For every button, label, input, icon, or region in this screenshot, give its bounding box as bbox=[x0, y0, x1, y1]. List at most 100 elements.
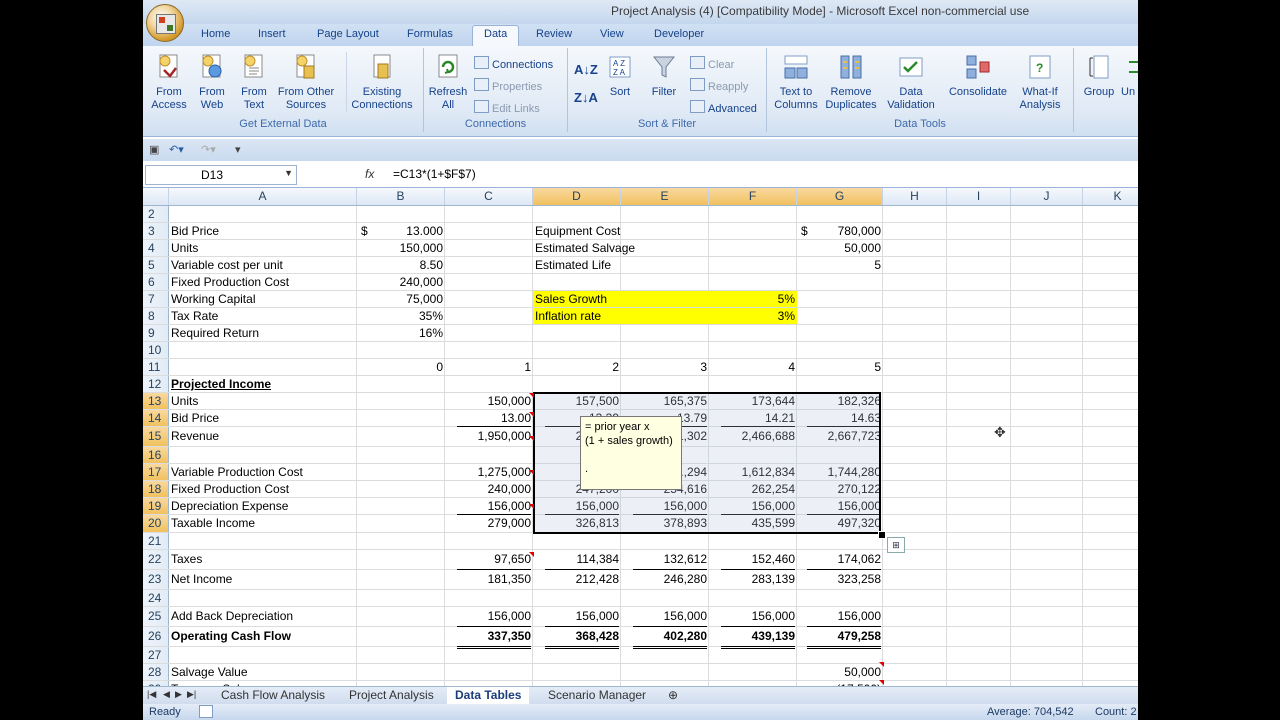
row-header[interactable]: 12 bbox=[143, 376, 169, 392]
advanced-button[interactable]: Advanced bbox=[690, 100, 757, 115]
cell-d13[interactable]: 157,500 bbox=[533, 393, 621, 409]
tab-data[interactable]: Data bbox=[472, 25, 520, 47]
insert-function-icon[interactable]: fx bbox=[365, 167, 374, 181]
column-header-f[interactable]: F bbox=[709, 188, 797, 205]
cell-g22[interactable]: 174,062 bbox=[797, 550, 883, 570]
cell-d8[interactable]: Inflation rate bbox=[533, 308, 709, 324]
row-header[interactable]: 13 bbox=[143, 393, 169, 409]
row-header[interactable]: 18 bbox=[143, 481, 169, 497]
row-header[interactable]: 11 bbox=[143, 359, 169, 375]
from-access-button[interactable]: From Access bbox=[149, 52, 189, 112]
cell-d5[interactable]: Estimated Life bbox=[533, 257, 709, 273]
cell-e19[interactable]: 156,000 bbox=[621, 498, 709, 515]
cell-a8[interactable]: Tax Rate bbox=[169, 308, 357, 324]
row-header[interactable]: 20 bbox=[143, 515, 169, 532]
row-header[interactable]: 8 bbox=[143, 308, 169, 324]
cell-c23[interactable]: 181,350 bbox=[445, 570, 533, 589]
cell-d23[interactable]: 212,428 bbox=[533, 570, 621, 589]
cell-a5[interactable]: Variable cost per unit bbox=[169, 257, 357, 273]
cell-a6[interactable]: Fixed Production Cost bbox=[169, 274, 357, 290]
tab-formulas[interactable]: Formulas bbox=[407, 28, 453, 40]
undo-icon[interactable]: ↶▾ bbox=[169, 143, 184, 156]
row-header[interactable]: 17 bbox=[143, 464, 169, 480]
cell-c22[interactable]: 97,650 bbox=[445, 550, 533, 570]
group-button[interactable]: Group bbox=[1077, 52, 1121, 99]
cell-g20[interactable]: 497,320 bbox=[797, 515, 883, 532]
cell-f13[interactable]: 173,644 bbox=[709, 393, 797, 409]
row-header[interactable]: 3 bbox=[143, 223, 169, 239]
sheet-tab-cash-flow-analysis[interactable]: Cash Flow Analysis bbox=[213, 687, 333, 703]
row-header[interactable]: 15 bbox=[143, 427, 169, 446]
refresh-all-button[interactable]: Refresh All bbox=[426, 52, 470, 112]
connections-button[interactable]: Connections bbox=[474, 56, 553, 71]
cell-a9[interactable]: Required Return bbox=[169, 325, 357, 341]
fill-handle[interactable] bbox=[878, 531, 886, 539]
filter-button[interactable]: Filter bbox=[644, 52, 684, 99]
tab-view[interactable]: View bbox=[600, 28, 624, 40]
sheet-tab-project-analysis[interactable]: Project Analysis bbox=[341, 687, 442, 703]
cell-g19[interactable]: 156,000 bbox=[797, 498, 883, 515]
cell-e26[interactable]: 402,280 bbox=[621, 627, 709, 649]
cell-a19[interactable]: Depreciation Expense bbox=[169, 498, 357, 514]
cell-a25[interactable]: Add Back Depreciation bbox=[169, 607, 357, 626]
cell-c25[interactable]: 156,000 bbox=[445, 607, 533, 627]
insert-sheet-icon[interactable]: ⊕ bbox=[660, 687, 686, 703]
cell-c20[interactable]: 279,000 bbox=[445, 515, 533, 532]
auto-fill-options-icon[interactable]: ⊞ bbox=[887, 537, 905, 553]
cell-g4[interactable]: 50,000 bbox=[797, 240, 883, 256]
cell-c14[interactable]: 13.00 bbox=[445, 410, 533, 427]
cell-d7[interactable]: Sales Growth bbox=[533, 291, 709, 307]
cell-a7[interactable]: Working Capital bbox=[169, 291, 357, 307]
text-to-columns-button[interactable]: Text to Columns bbox=[771, 52, 821, 112]
cell-g18[interactable]: 270,122 bbox=[797, 481, 883, 497]
cell-f15[interactable]: 2,466,688 bbox=[709, 427, 797, 446]
cell-c19[interactable]: 156,000 bbox=[445, 498, 533, 515]
properties-button[interactable]: Properties bbox=[474, 78, 542, 93]
cell-g17[interactable]: 1,744,280 bbox=[797, 464, 883, 480]
sort-az-icon[interactable]: A↓Z bbox=[574, 62, 598, 77]
cell-f19[interactable]: 156,000 bbox=[709, 498, 797, 515]
cell-g26[interactable]: 479,258 bbox=[797, 627, 883, 649]
cell-a13[interactable]: Units bbox=[169, 393, 357, 409]
cell-d25[interactable]: 156,000 bbox=[533, 607, 621, 627]
sheet-tab-data-tables[interactable]: Data Tables bbox=[447, 687, 530, 705]
cell-b8[interactable]: 35% bbox=[357, 308, 445, 324]
clear-button[interactable]: Clear bbox=[690, 56, 734, 71]
formula-input[interactable]: =C13*(1+$F$7) bbox=[393, 167, 476, 181]
chevron-down-icon[interactable]: ▼ bbox=[284, 168, 293, 178]
first-sheet-icon[interactable]: |◀ bbox=[147, 689, 156, 700]
cell-d4[interactable]: Estimated Salvage bbox=[533, 240, 709, 256]
row-header[interactable]: 16 bbox=[143, 447, 169, 463]
sheet-tab-scenario-manager[interactable]: Scenario Manager bbox=[540, 687, 654, 703]
prev-sheet-icon[interactable]: ◀ bbox=[163, 689, 170, 700]
from-other-sources-button[interactable]: From Other Sources bbox=[274, 52, 338, 112]
cell-f11[interactable]: 4 bbox=[709, 359, 797, 375]
tab-developer[interactable]: Developer bbox=[654, 28, 704, 40]
cell-b5[interactable]: 8.50 bbox=[357, 257, 445, 273]
cell-b11[interactable]: 0 bbox=[357, 359, 445, 375]
row-header[interactable]: 10 bbox=[143, 342, 169, 358]
redo-icon[interactable]: ↷▾ bbox=[201, 143, 216, 156]
from-text-button[interactable]: From Text bbox=[234, 52, 274, 112]
cell-f20[interactable]: 435,599 bbox=[709, 515, 797, 532]
cell-a26[interactable]: Operating Cash Flow bbox=[169, 627, 357, 646]
row-header[interactable]: 6 bbox=[143, 274, 169, 290]
cell-g23[interactable]: 323,258 bbox=[797, 570, 883, 589]
cell-b7[interactable]: 75,000 bbox=[357, 291, 445, 307]
cell-g11[interactable]: 5 bbox=[797, 359, 883, 375]
tab-home[interactable]: Home bbox=[201, 28, 230, 40]
cell-c18[interactable]: 240,000 bbox=[445, 481, 533, 497]
cell-a15[interactable]: Revenue bbox=[169, 427, 357, 446]
cell-d3[interactable]: Equipment Cost bbox=[533, 223, 709, 239]
tab-page-layout[interactable]: Page Layout bbox=[317, 28, 379, 40]
edit-links-button[interactable]: Edit Links bbox=[474, 100, 540, 115]
cell-e11[interactable]: 3 bbox=[621, 359, 709, 375]
next-sheet-icon[interactable]: ▶ bbox=[175, 689, 182, 700]
office-button[interactable] bbox=[146, 4, 184, 42]
sort-za-icon[interactable]: Z↓A bbox=[574, 90, 598, 105]
row-header[interactable]: 2 bbox=[143, 206, 169, 222]
cell-f8[interactable]: 3% bbox=[709, 308, 797, 324]
column-header-d[interactable]: D bbox=[533, 188, 621, 205]
cell-a23[interactable]: Net Income bbox=[169, 570, 357, 589]
cell-f23[interactable]: 283,139 bbox=[709, 570, 797, 589]
